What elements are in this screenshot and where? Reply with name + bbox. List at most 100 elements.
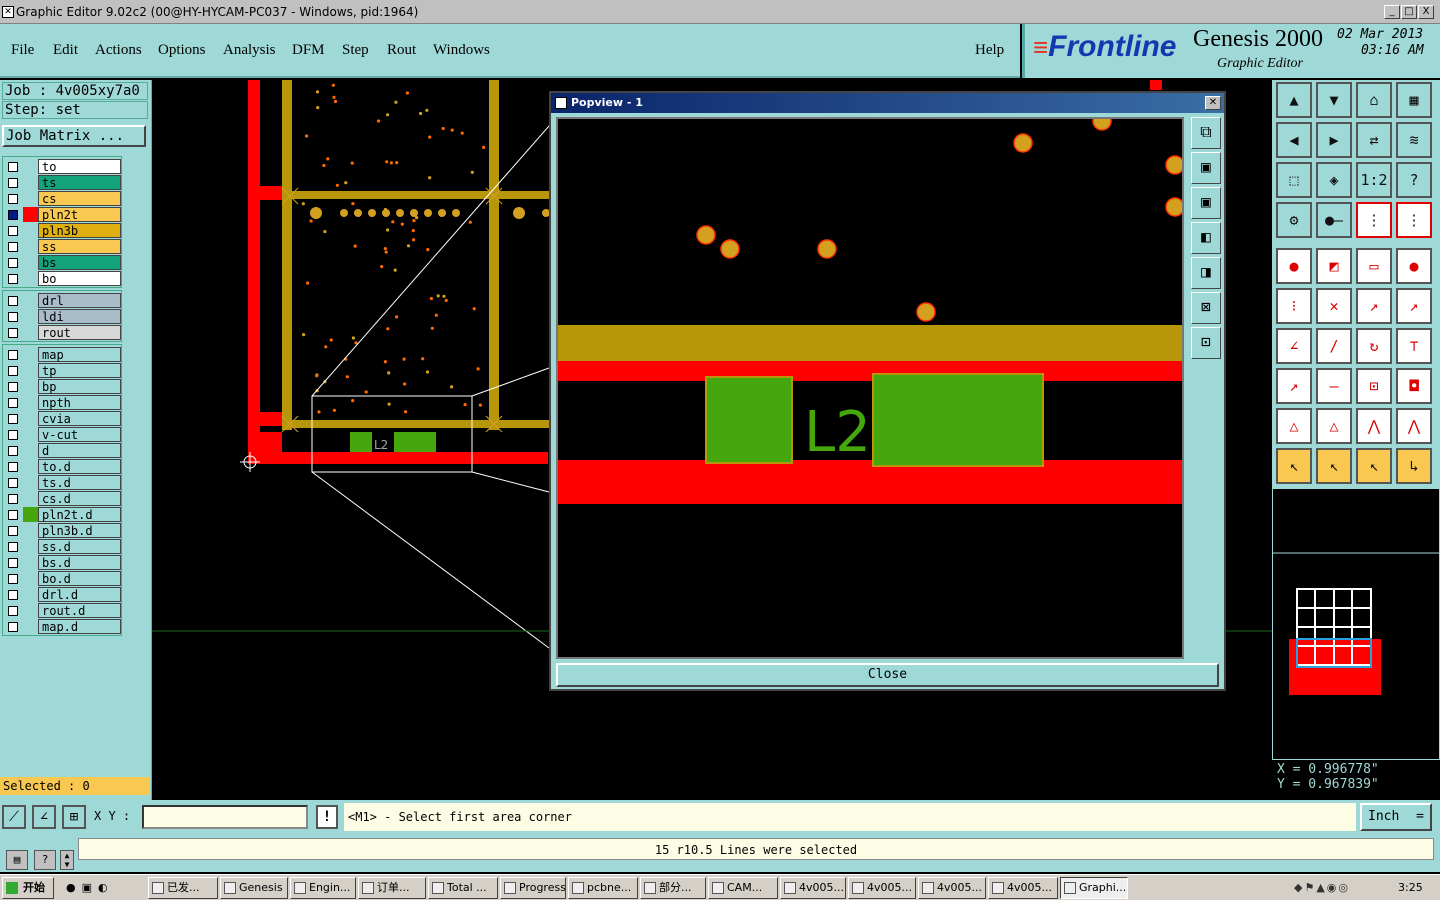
- pointer-select-icon[interactable]: ↖: [1316, 448, 1352, 484]
- layer-color-swatch[interactable]: [23, 175, 38, 190]
- layer-row-bo[interactable]: bo: [3, 271, 121, 287]
- layer-color-swatch[interactable]: [23, 309, 38, 324]
- taskbar-item[interactable]: Graphi...: [1060, 877, 1128, 899]
- layer-color-swatch[interactable]: [23, 293, 38, 308]
- taskbar-item[interactable]: 4v005...: [848, 877, 916, 899]
- layer-color-swatch[interactable]: [23, 619, 38, 634]
- layer-row-to[interactable]: to: [3, 159, 121, 175]
- layer-row-cs[interactable]: cs: [3, 191, 121, 207]
- layer-checkbox[interactable]: [8, 462, 18, 472]
- pan-left-icon[interactable]: ◧: [1191, 222, 1221, 254]
- measure-icon[interactable]: ∠: [32, 805, 56, 829]
- home-icon[interactable]: ⌂: [1356, 82, 1392, 118]
- cross-icon[interactable]: ✕: [1316, 288, 1352, 324]
- layer-row-d[interactable]: d: [3, 443, 121, 459]
- taskbar-item[interactable]: 部分...: [640, 877, 706, 899]
- pointer-icon[interactable]: ↖: [1276, 448, 1312, 484]
- layer-checkbox[interactable]: [8, 178, 18, 188]
- arch-alt-icon[interactable]: ⋀: [1396, 408, 1432, 444]
- xy-input[interactable]: [142, 805, 308, 829]
- zoom-home-icon[interactable]: ▲: [1276, 82, 1312, 118]
- layer-row-bp[interactable]: bp: [3, 379, 121, 395]
- swap-icon[interactable]: ⇄: [1356, 122, 1392, 158]
- taskbar-item[interactable]: 4v005...: [780, 877, 846, 899]
- copy-icon[interactable]: ↗: [1276, 368, 1312, 404]
- layer-color-swatch[interactable]: [23, 347, 38, 362]
- zoom-out-icon[interactable]: ▣: [1191, 187, 1221, 219]
- layer-color-swatch[interactable]: [23, 539, 38, 554]
- layer-row-pln2t.d[interactable]: pln2t.d: [3, 507, 121, 523]
- layer-checkbox[interactable]: [8, 328, 18, 338]
- line-cut-icon[interactable]: —: [1316, 368, 1352, 404]
- taskbar-item[interactable]: 4v005...: [918, 877, 986, 899]
- layer-checkbox[interactable]: [8, 162, 18, 172]
- minimize-button[interactable]: _: [1384, 5, 1400, 19]
- taskbar-item[interactable]: Progress: [500, 877, 566, 899]
- popview-canvas[interactable]: L2: [556, 111, 1185, 659]
- layer-color-swatch[interactable]: [23, 491, 38, 506]
- layer-color-swatch[interactable]: [23, 459, 38, 474]
- layer-checkbox[interactable]: [8, 542, 18, 552]
- layer-color-swatch[interactable]: [23, 427, 38, 442]
- center-icon[interactable]: ◈: [1316, 162, 1352, 198]
- layer-row-pln3b[interactable]: pln3b: [3, 223, 121, 239]
- layer-row-ldi[interactable]: ldi: [3, 309, 121, 325]
- menu-analysis[interactable]: Analysis: [223, 42, 276, 59]
- move-diag-icon[interactable]: ↗: [1396, 288, 1432, 324]
- layer-row-map[interactable]: map: [3, 347, 121, 363]
- taskbar-item[interactable]: 4v005...: [988, 877, 1058, 899]
- layer-color-swatch[interactable]: [23, 555, 38, 570]
- taskbar-item[interactable]: 已发...: [148, 877, 218, 899]
- pan-right-tool-icon[interactable]: ▶: [1316, 122, 1352, 158]
- menu-rout[interactable]: Rout: [387, 42, 416, 59]
- layer-row-rout[interactable]: rout: [3, 325, 121, 341]
- menu-options[interactable]: Options: [158, 42, 206, 59]
- properties-icon[interactable]: ⚙: [1276, 202, 1312, 238]
- layer-checkbox[interactable]: [8, 258, 18, 268]
- zoom-in-icon[interactable]: ▣: [1191, 152, 1221, 184]
- taskbar-item[interactable]: CAM...: [708, 877, 778, 899]
- layer-color-swatch[interactable]: [23, 207, 38, 222]
- maximize-button[interactable]: □: [1401, 5, 1417, 19]
- layer-row-cvia[interactable]: cvia: [3, 411, 121, 427]
- units-selector[interactable]: Inch =: [1360, 803, 1432, 831]
- layer-row-pln3b.d[interactable]: pln3b.d: [3, 523, 121, 539]
- popview-close-button[interactable]: Close: [556, 663, 1219, 687]
- step-icon[interactable]: ⊡: [1356, 368, 1392, 404]
- layer-checkbox[interactable]: [8, 382, 18, 392]
- layer-checkbox[interactable]: [8, 274, 18, 284]
- layer-checkbox[interactable]: [8, 558, 18, 568]
- layer-row-ss[interactable]: ss: [3, 239, 121, 255]
- fit-all-icon[interactable]: ⊠: [1191, 292, 1221, 324]
- layer-checkbox[interactable]: [8, 350, 18, 360]
- job-matrix-button[interactable]: Job Matrix ...: [2, 125, 146, 147]
- group-icon[interactable]: ◘: [1396, 368, 1432, 404]
- taskbar-item[interactable]: 订单...: [358, 877, 426, 899]
- layer-checkbox[interactable]: [8, 606, 18, 616]
- scroll-arrows-icon[interactable]: ▲ ▼: [60, 850, 74, 870]
- menu-actions[interactable]: Actions: [95, 42, 142, 59]
- ratio-icon[interactable]: 1:2: [1356, 162, 1392, 198]
- triangle-alt-icon[interactable]: △: [1316, 408, 1352, 444]
- layer-color-swatch[interactable]: [23, 587, 38, 602]
- net-connect-icon[interactable]: ⋮: [1396, 202, 1432, 238]
- layer-row-npth[interactable]: npth: [3, 395, 121, 411]
- layer-color-swatch[interactable]: [23, 523, 38, 538]
- pointer-move-icon[interactable]: ↳: [1396, 448, 1432, 484]
- taskbar-item[interactable]: Engin...: [290, 877, 356, 899]
- layer-row-map.d[interactable]: map.d: [3, 619, 121, 635]
- layer-checkbox[interactable]: [8, 590, 18, 600]
- arch-icon[interactable]: ⋀: [1356, 408, 1392, 444]
- layer-checkbox[interactable]: [8, 414, 18, 424]
- menu-windows[interactable]: Windows: [433, 42, 490, 59]
- arc-icon[interactable]: ↻: [1356, 328, 1392, 364]
- layer-checkbox[interactable]: [8, 446, 18, 456]
- layer-row-bo.d[interactable]: bo.d: [3, 571, 121, 587]
- layer-color-swatch[interactable]: [23, 191, 38, 206]
- layer-row-to.d[interactable]: to.d: [3, 459, 121, 475]
- select-icon[interactable]: ●: [1276, 248, 1312, 284]
- menu-edit[interactable]: Edit: [53, 42, 78, 59]
- layer-row-bs[interactable]: bs: [3, 255, 121, 271]
- pointer-circle-icon[interactable]: ↖: [1356, 448, 1392, 484]
- start-button[interactable]: 开始: [2, 877, 54, 899]
